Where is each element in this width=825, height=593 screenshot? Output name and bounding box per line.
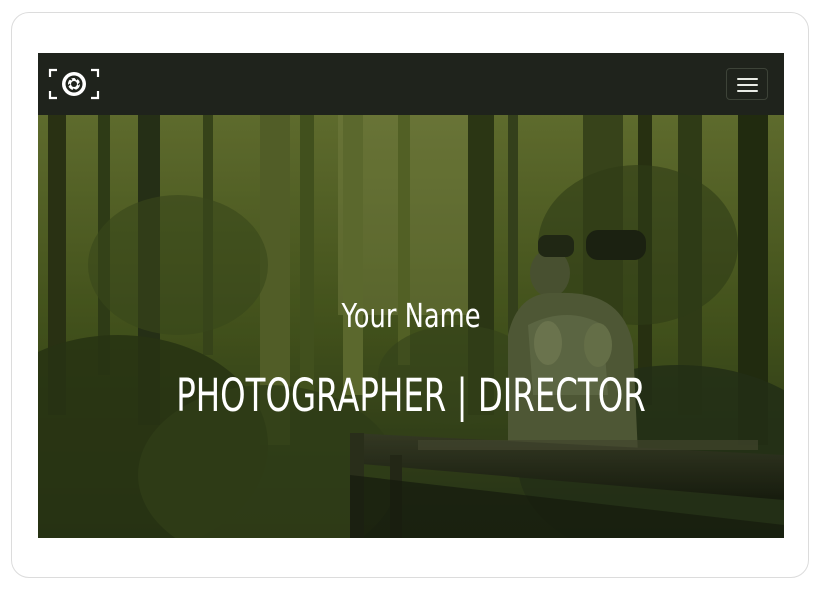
navbar xyxy=(38,53,784,115)
hero-role: PHOTOGRAPHER | DIRECTOR xyxy=(176,369,646,422)
menu-bar-icon xyxy=(737,84,758,86)
menu-bar-icon xyxy=(737,78,758,80)
menu-bar-icon xyxy=(737,90,758,92)
camera-aperture-icon[interactable] xyxy=(48,67,100,101)
hero-name: Your Name xyxy=(341,296,481,335)
hamburger-menu-button[interactable] xyxy=(726,68,768,100)
website-viewport: Your Name PHOTOGRAPHER | DIRECTOR xyxy=(38,53,784,538)
